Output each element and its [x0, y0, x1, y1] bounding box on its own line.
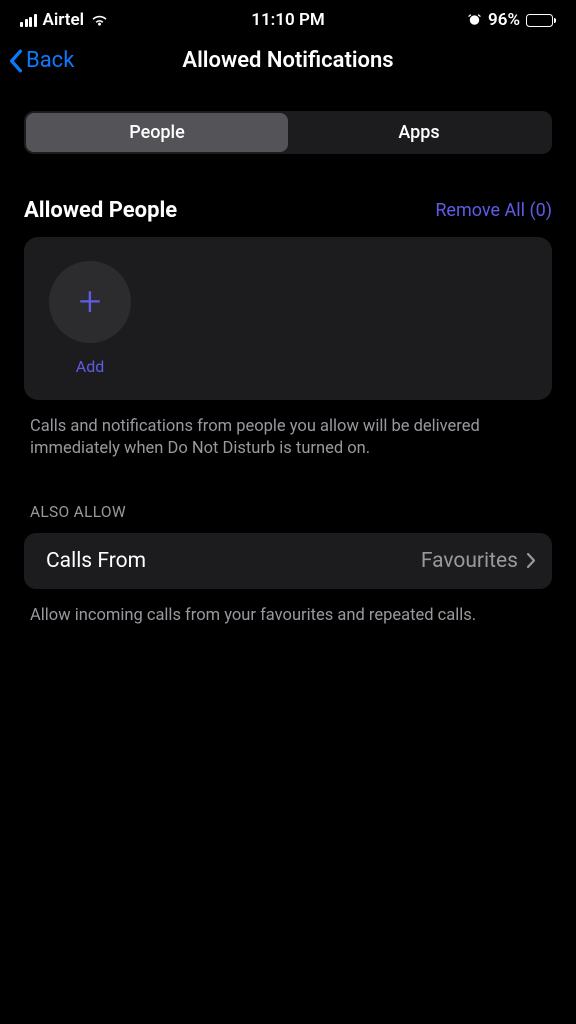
plus-icon: + [79, 282, 102, 322]
nav-bar: Back Allowed Notifications [0, 36, 576, 87]
tab-apps[interactable]: Apps [288, 113, 550, 152]
allowed-people-description: Calls and notifications from people you … [0, 400, 576, 461]
allowed-people-title: Allowed People [24, 198, 177, 223]
allowed-people-header: Allowed People Remove All (0) [0, 154, 576, 237]
add-circle: + [49, 261, 131, 343]
calls-from-label: Calls From [46, 549, 146, 573]
also-allow-header: ALSO ALLOW [0, 461, 576, 533]
back-label: Back [26, 48, 74, 73]
battery-percent: 96% [488, 10, 520, 30]
signal-icon [20, 14, 37, 27]
calls-from-row[interactable]: Calls From Favourites [24, 533, 552, 589]
status-bar: Airtel 11:10 PM 96% [0, 0, 576, 36]
remove-all-button[interactable]: Remove All (0) [435, 200, 552, 221]
status-right: 96% [467, 10, 556, 30]
back-button[interactable]: Back [8, 48, 74, 73]
add-label: Add [76, 357, 104, 376]
allowed-people-card: + Add [24, 237, 552, 400]
alarm-icon [467, 13, 482, 28]
chevron-right-icon [526, 552, 536, 569]
calls-from-value-group: Favourites [421, 549, 536, 573]
page-title: Allowed Notifications [182, 48, 393, 73]
calls-from-value: Favourites [421, 549, 518, 573]
wifi-icon [90, 13, 109, 27]
chevron-left-icon [8, 49, 24, 73]
calls-from-description: Allow incoming calls from your favourite… [0, 589, 576, 627]
status-left: Airtel [20, 10, 109, 30]
status-time: 11:10 PM [251, 10, 325, 30]
add-person-button[interactable]: + Add [48, 261, 132, 376]
carrier-label: Airtel [43, 10, 85, 30]
tab-people[interactable]: People [26, 113, 288, 152]
battery-icon [526, 14, 556, 27]
segmented-control: People Apps [24, 111, 552, 154]
